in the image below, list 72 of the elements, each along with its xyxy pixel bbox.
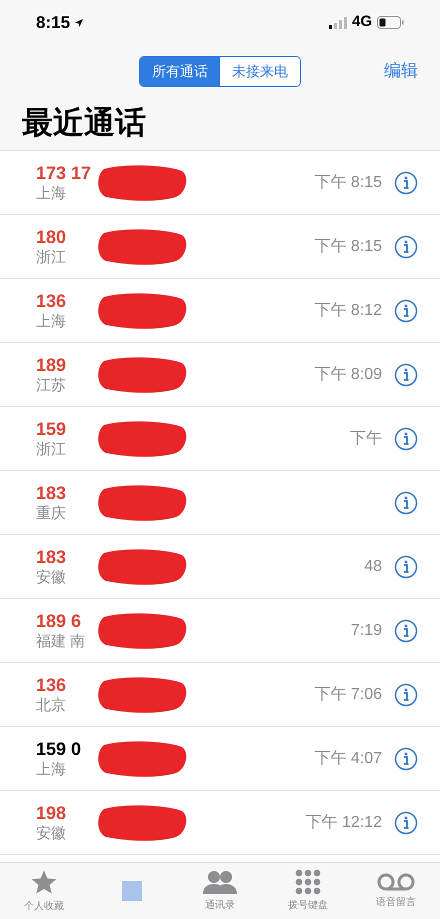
page-title: 最近通话 xyxy=(22,104,146,142)
call-location: 北京 xyxy=(36,696,67,716)
call-time: 下午 4:07 xyxy=(314,748,382,768)
phone-number: 183 xyxy=(36,482,68,504)
phone-number: 136 xyxy=(36,674,68,696)
tab-bar-item[interactable]: 个人收藏 xyxy=(0,863,88,919)
clock-time: 8:15 xyxy=(36,12,70,34)
info-icon[interactable] xyxy=(394,298,418,322)
battery-icon xyxy=(377,16,404,29)
phone-number: 189 xyxy=(36,354,68,376)
tab-bar-item[interactable]: 通讯录 xyxy=(176,863,264,919)
call-location: 浙江 xyxy=(36,440,67,460)
call-row[interactable]: 159 0 上海 下午 4:07 xyxy=(0,727,440,791)
info-icon[interactable] xyxy=(394,234,418,258)
call-location: 浙江 xyxy=(36,248,67,268)
call-time: 下午 12:12 xyxy=(306,812,382,832)
call-time: 48 xyxy=(364,556,382,576)
segment-tab[interactable]: 所有通话 xyxy=(140,56,220,86)
call-location: 重庆 xyxy=(36,504,67,524)
info-icon[interactable] xyxy=(394,426,418,450)
phone-number: 159 xyxy=(36,418,68,440)
phone-number: 136 xyxy=(36,290,68,312)
call-location: 上海 xyxy=(36,760,67,780)
phone-number: 159 0 xyxy=(36,738,82,760)
call-time: 下午 8:12 xyxy=(314,300,382,320)
blurred-icon xyxy=(122,881,142,901)
info-icon[interactable] xyxy=(394,362,418,386)
call-location: 江苏 xyxy=(36,376,67,396)
phone-number: 183 xyxy=(36,546,68,568)
call-location: 上海 xyxy=(36,184,67,204)
call-row[interactable]: 189 江苏 下午 8:09 xyxy=(0,343,440,407)
call-row[interactable]: 159 浙江 下午 xyxy=(0,407,440,471)
tab-bar-item[interactable]: 语音留言 xyxy=(352,863,440,919)
info-icon[interactable] xyxy=(394,618,418,642)
contacts-icon xyxy=(202,869,238,895)
call-location: 上海 xyxy=(36,312,67,332)
phone-number: 173 17 xyxy=(36,162,92,184)
info-icon[interactable] xyxy=(394,554,418,578)
info-icon[interactable] xyxy=(394,810,418,834)
tab-bar-item[interactable]: 拨号键盘 xyxy=(264,863,352,919)
info-icon[interactable] xyxy=(394,746,418,770)
voicemail-icon xyxy=(376,872,416,892)
keypad-icon xyxy=(295,869,321,895)
info-icon[interactable] xyxy=(394,682,418,706)
call-row[interactable]: 180 浙江 下午 8:15 xyxy=(0,215,440,279)
call-row[interactable]: 136 上海 下午 8:12 xyxy=(0,279,440,343)
call-row[interactable]: 183 重庆 xyxy=(0,471,440,535)
call-location: 安徽 xyxy=(36,824,67,844)
network-label: 4G xyxy=(352,12,372,32)
call-location: 福建 南 xyxy=(36,632,86,652)
info-icon[interactable] xyxy=(394,490,418,514)
call-row[interactable]: 198 安徽 下午 12:12 xyxy=(0,791,440,855)
call-time: 下午 7:06 xyxy=(314,684,382,704)
phone-number: 180 xyxy=(36,226,68,248)
call-time: 下午 8:15 xyxy=(314,172,382,192)
location-arrow-icon xyxy=(74,18,84,28)
call-row[interactable]: 183 安徽 48 xyxy=(0,535,440,599)
signal-icon xyxy=(328,16,347,28)
phone-number: 198 xyxy=(36,802,68,824)
call-time: 7:19 xyxy=(350,620,382,640)
call-location: 安徽 xyxy=(36,568,67,588)
call-time: 下午 8:09 xyxy=(314,364,382,384)
edit-button[interactable]: 编辑 xyxy=(384,58,418,84)
info-icon[interactable] xyxy=(394,170,418,194)
segment-tab[interactable]: 未接来电 xyxy=(220,56,300,86)
call-row[interactable]: 173 17 上海 下午 8:15 xyxy=(0,151,440,215)
call-time: 下午 xyxy=(350,428,382,448)
call-time: 下午 8:15 xyxy=(314,236,382,256)
phone-number: 189 6 xyxy=(36,610,82,632)
star-icon xyxy=(30,868,58,896)
call-row[interactable]: 136 北京 下午 7:06 xyxy=(0,663,440,727)
call-row[interactable]: 189 6 福建 南 7:19 xyxy=(0,599,440,663)
